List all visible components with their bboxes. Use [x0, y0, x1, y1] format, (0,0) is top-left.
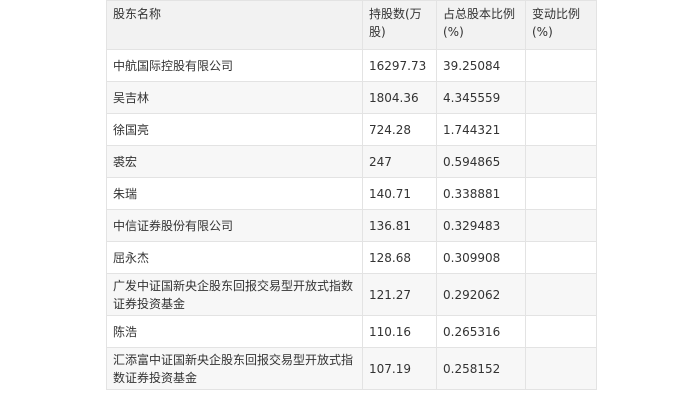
cell-shares: 724.28: [362, 113, 437, 146]
cell-name: 屈永杰: [106, 241, 363, 274]
cell-change: [525, 113, 597, 146]
cell-ratio: 39.25084: [436, 49, 526, 82]
cell-name: 陈浩: [106, 315, 363, 348]
table-row: 裘宏 247 0.594865: [106, 145, 597, 178]
header-row: 股东名称 持股数(万股) 占总股本比例(%) 变动比例(%): [106, 0, 597, 50]
cell-shares: 110.16: [362, 315, 437, 348]
header-shares: 持股数(万股): [362, 0, 437, 50]
cell-ratio: 0.338881: [436, 177, 526, 210]
cell-name: 汇添富中证国新央企股东回报交易型开放式指数证券投资基金: [106, 347, 363, 390]
cell-ratio: 1.744321: [436, 113, 526, 146]
cell-ratio: 0.258152: [436, 347, 526, 390]
table-header: 股东名称 持股数(万股) 占总股本比例(%) 变动比例(%): [106, 0, 597, 50]
cell-change: [525, 273, 597, 316]
cell-name: 中航国际控股有限公司: [106, 49, 363, 82]
header-shareholder-name: 股东名称: [106, 0, 363, 50]
cell-ratio: 0.292062: [436, 273, 526, 316]
table-row: 汇添富中证国新央企股东回报交易型开放式指数证券投资基金 107.19 0.258…: [106, 347, 597, 390]
cell-shares: 136.81: [362, 209, 437, 242]
cell-change: [525, 241, 597, 274]
cell-change: [525, 177, 597, 210]
cell-name: 朱瑞: [106, 177, 363, 210]
cell-name: 中信证券股份有限公司: [106, 209, 363, 242]
table-row: 朱瑞 140.71 0.338881: [106, 177, 597, 210]
cell-change: [525, 347, 597, 390]
cell-shares: 140.71: [362, 177, 437, 210]
cell-name: 徐国亮: [106, 113, 363, 146]
cell-name: 吴吉林: [106, 81, 363, 114]
table-row: 陈浩 110.16 0.265316: [106, 315, 597, 348]
header-change: 变动比例(%): [525, 0, 597, 50]
cell-change: [525, 145, 597, 178]
table-row: 广发中证国新央企股东回报交易型开放式指数证券投资基金 121.27 0.2920…: [106, 273, 597, 316]
cell-ratio: 0.594865: [436, 145, 526, 178]
table-row: 中航国际控股有限公司 16297.73 39.25084: [106, 49, 597, 82]
table-row: 吴吉林 1804.36 4.345559: [106, 81, 597, 114]
table-body: 中航国际控股有限公司 16297.73 39.25084 吴吉林 1804.36…: [106, 49, 597, 390]
cell-name: 广发中证国新央企股东回报交易型开放式指数证券投资基金: [106, 273, 363, 316]
cell-ratio: 4.345559: [436, 81, 526, 114]
cell-ratio: 0.309908: [436, 241, 526, 274]
cell-change: [525, 49, 597, 82]
cell-name: 裘宏: [106, 145, 363, 178]
cell-shares: 128.68: [362, 241, 437, 274]
shareholder-table: 股东名称 持股数(万股) 占总股本比例(%) 变动比例(%) 中航国际控股有限公…: [106, 0, 597, 390]
cell-ratio: 0.329483: [436, 209, 526, 242]
cell-ratio: 0.265316: [436, 315, 526, 348]
cell-change: [525, 315, 597, 348]
cell-shares: 1804.36: [362, 81, 437, 114]
cell-shares: 247: [362, 145, 437, 178]
table-row: 徐国亮 724.28 1.744321: [106, 113, 597, 146]
table-row: 中信证券股份有限公司 136.81 0.329483: [106, 209, 597, 242]
cell-change: [525, 81, 597, 114]
cell-change: [525, 209, 597, 242]
shareholder-table-container: 股东名称 持股数(万股) 占总股本比例(%) 变动比例(%) 中航国际控股有限公…: [106, 0, 597, 390]
table-row: 屈永杰 128.68 0.309908: [106, 241, 597, 274]
header-ratio: 占总股本比例(%): [436, 0, 526, 50]
cell-shares: 121.27: [362, 273, 437, 316]
cell-shares: 107.19: [362, 347, 437, 390]
cell-shares: 16297.73: [362, 49, 437, 82]
